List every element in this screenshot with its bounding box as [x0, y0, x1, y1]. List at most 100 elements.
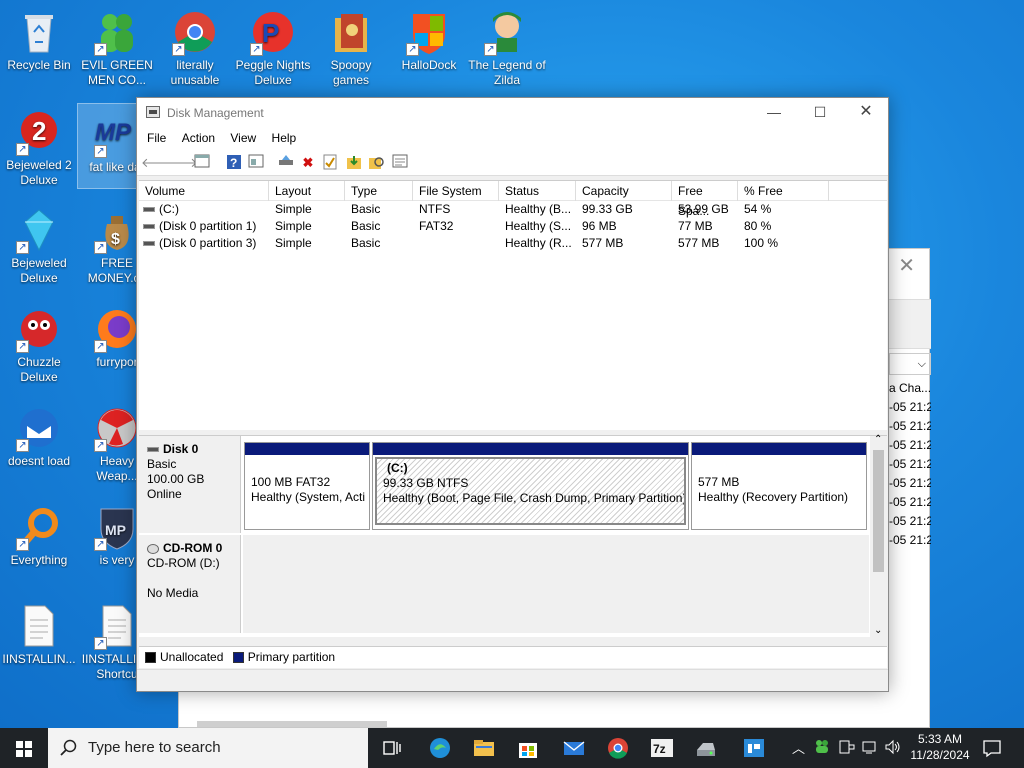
disk-0-label[interactable]: Disk 0 Basic 100.00 GB Online [139, 436, 241, 533]
list-item[interactable]: -05 21:2 [889, 398, 931, 417]
tray-app-icon[interactable] [814, 738, 830, 757]
drive-icon [143, 224, 155, 230]
column-header-type[interactable]: Type [345, 181, 413, 201]
horizontal-scrollbar[interactable] [197, 721, 387, 727]
legend-label: Primary partition [247, 650, 336, 664]
drive-icon [143, 241, 155, 247]
search-box[interactable]: Type here to search [48, 728, 368, 768]
explore-icon[interactable] [367, 154, 385, 172]
menu-action[interactable]: Action [176, 128, 221, 148]
help-icon[interactable]: ? [225, 154, 243, 172]
list-view-icon[interactable] [391, 154, 409, 172]
shortcut-arrow-icon: ↗ [16, 538, 29, 551]
close-icon[interactable]: ✕ [898, 253, 915, 278]
scrollbar-thumb[interactable] [873, 450, 884, 572]
character-icon: ↗ [483, 8, 531, 56]
list-item[interactable]: -05 21:2 [889, 531, 931, 550]
title-bar[interactable]: Disk Management — ☐ ✕ [137, 98, 888, 128]
list-item[interactable]: -05 21:2 [889, 455, 931, 474]
shortcut-arrow-icon: ↗ [16, 439, 29, 452]
file-explorer-icon[interactable] [472, 736, 496, 760]
table-row[interactable]: (Disk 0 partition 1) Simple Basic FAT32 … [139, 218, 887, 235]
clock[interactable]: 5:33 AM 11/28/2024 [906, 731, 974, 763]
menu-help[interactable]: Help [266, 128, 303, 148]
shortcut-arrow-icon: ↗ [94, 439, 107, 452]
network-icon[interactable] [862, 739, 880, 758]
chevron-up-icon[interactable]: ⌃ [874, 434, 882, 445]
desktop-icon-chuzzle[interactable]: ↗ Chuzzle Deluxe [0, 299, 78, 385]
status-bar [137, 669, 888, 691]
7zip-icon[interactable]: 7z [650, 736, 674, 760]
list-item[interactable]: -05 21:2 [889, 512, 931, 531]
task-view-icon[interactable] [380, 736, 404, 760]
chrome-icon[interactable] [606, 736, 630, 760]
close-button[interactable]: ✕ [843, 98, 889, 128]
notification-icon[interactable] [982, 738, 1002, 761]
console-icon[interactable] [247, 154, 265, 172]
list-item[interactable]: -05 21:2 [889, 493, 931, 512]
table-row[interactable]: (C:) Simple Basic NTFS Healthy (B... 99.… [139, 201, 887, 218]
drive-icon[interactable] [694, 736, 718, 760]
partition-recovery[interactable]: 577 MB Healthy (Recovery Partition) [691, 442, 867, 530]
properties-pane-icon[interactable] [193, 154, 211, 172]
partition-system[interactable]: 100 MB FAT32 Healthy (System, Acti [244, 442, 370, 530]
column-header-capacity[interactable]: Capacity [576, 181, 672, 201]
column-header-layout[interactable]: Layout [269, 181, 345, 201]
volume-icon[interactable] [884, 739, 902, 758]
cdrom-0-label[interactable]: CD-ROM 0 CD-ROM (D:) No Media [139, 535, 241, 633]
table-row[interactable]: (Disk 0 partition 3) Simple Basic Health… [139, 235, 887, 252]
mail-icon[interactable] [562, 736, 586, 760]
desktop-icon-literally-unusable[interactable]: ↗ literally unusable [156, 2, 234, 88]
shield-logo-icon: MP ↗ [93, 503, 141, 551]
shortcut-arrow-icon: ↗ [94, 43, 107, 56]
desktop-icon-evil-green-men[interactable]: ↗ EVIL GREEN MEN CO... [78, 2, 156, 88]
column-header-file-system[interactable]: File System [413, 181, 499, 201]
device-icon[interactable] [838, 739, 856, 758]
disk-management-app-icon [146, 106, 160, 118]
desktop-icon-bejeweled[interactable]: ↗ Bejeweled Deluxe [0, 200, 78, 286]
shortcut-arrow-icon: ↗ [16, 143, 29, 156]
forward-icon[interactable]: 🡒 [163, 154, 198, 172]
list-item[interactable]: -05 21:2 [889, 436, 931, 455]
desktop-icon-recycle-bin[interactable]: Recycle Bin [0, 2, 78, 73]
desktop-icon-peggle-nights[interactable]: P ↗ Peggle Nights Deluxe [234, 2, 312, 88]
column-header-volume[interactable]: Volume [139, 181, 269, 201]
desktop-icon-installing[interactable]: IINSTALLIN... [0, 596, 78, 667]
desktop-icon-label: The Legend of Zilda [468, 58, 546, 87]
list-item[interactable]: -05 21:2 [889, 474, 931, 493]
app-icon[interactable] [742, 736, 766, 760]
desktop-icon-legend-of-zilda[interactable]: ↗ The Legend of Zilda [468, 2, 546, 88]
disk-icon [147, 447, 159, 453]
vertical-scrollbar[interactable]: ⌃ ⌄ [870, 434, 887, 638]
chevron-down-icon[interactable]: ⌄ [874, 625, 882, 636]
start-button[interactable] [0, 728, 48, 768]
list-item[interactable]: -05 21:2 [889, 417, 931, 436]
legend: Unallocated Primary partition [139, 646, 887, 668]
shortcut-arrow-icon: ↗ [94, 340, 107, 353]
edge-icon[interactable] [428, 736, 452, 760]
open-icon[interactable] [345, 154, 363, 172]
desktop-icon-spoopy-games[interactable]: Spoopy games [312, 2, 390, 88]
desktop-icon-everything[interactable]: ↗ Everything [0, 497, 78, 568]
partition-c[interactable]: (C:) 99.33 GB NTFS Healthy (Boot, Page F… [372, 442, 689, 530]
back-icon[interactable]: 🡐 [141, 154, 176, 172]
column-header-status[interactable]: Status [499, 181, 576, 201]
check-icon[interactable] [321, 154, 339, 172]
delete-icon[interactable]: ✖ [299, 154, 317, 172]
menu-view[interactable]: View [224, 128, 262, 148]
desktop-icon-bejeweled-2[interactable]: 2 ↗ Bejeweled 2 Deluxe [0, 102, 78, 188]
column-header-percent-free[interactable]: % Free [738, 181, 829, 201]
layout-cell: Simple [275, 219, 312, 233]
minimize-button[interactable]: — [751, 98, 797, 128]
background-window-dropdown[interactable]: ⌵ [889, 353, 931, 375]
desktop-icon-hallodock[interactable]: ↗ HalloDock [390, 2, 468, 73]
connect-drive-icon[interactable] [277, 154, 295, 172]
desktop-icon-doesnt-load[interactable]: ↗ doesnt load [0, 398, 78, 469]
column-header-free-space[interactable]: Free Spa... [672, 181, 738, 218]
chevron-up-icon[interactable]: ︿ [792, 738, 805, 757]
shortcut-arrow-icon: ↗ [406, 43, 419, 56]
chuzzle-icon: ↗ [15, 305, 63, 353]
maximize-button[interactable]: ☐ [797, 98, 843, 128]
store-icon[interactable] [516, 736, 540, 760]
menu-file[interactable]: File [141, 128, 172, 148]
